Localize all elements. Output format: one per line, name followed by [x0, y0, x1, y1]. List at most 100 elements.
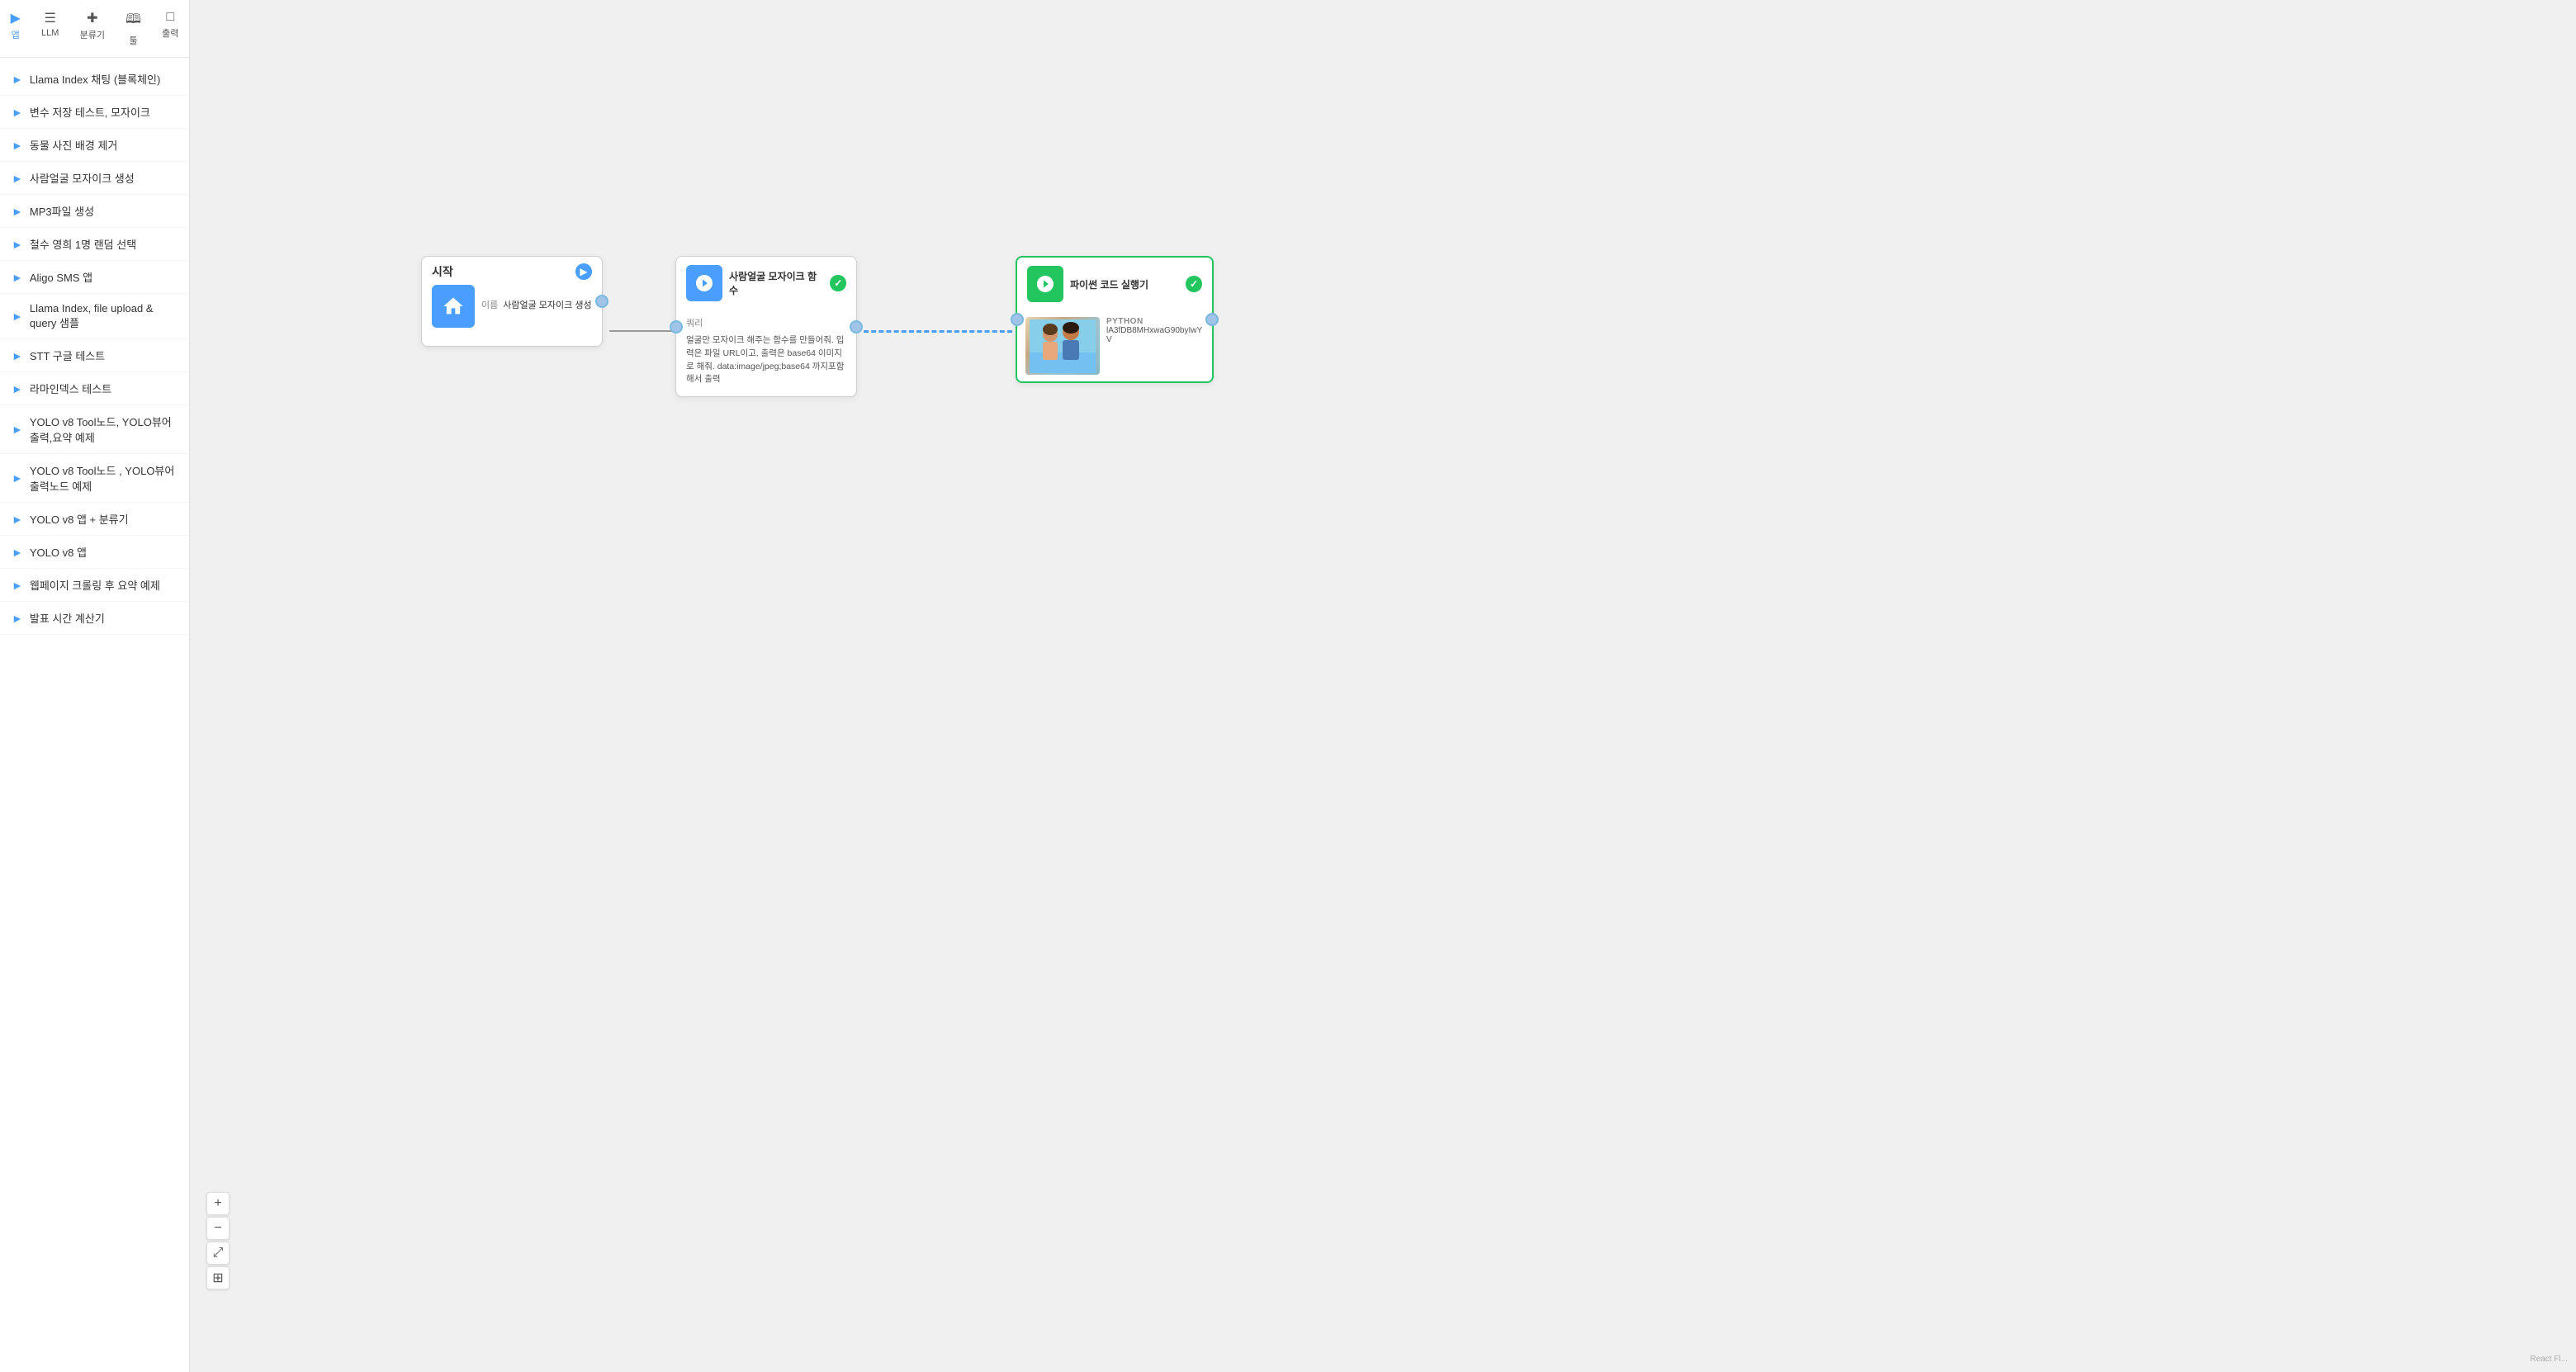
start-play-badge: ▶: [575, 263, 592, 280]
item-arrow-icon: ►: [12, 423, 23, 436]
zoom-out-button[interactable]: −: [206, 1217, 230, 1240]
start-node[interactable]: 시작 ▶ 이름 사람얼굴 모자이크 생성: [421, 256, 603, 347]
item-label: STT 구글 테스트: [30, 348, 105, 363]
item-label: 발표 시간 계산기: [30, 610, 105, 626]
bottom-hint: React Fl...: [2530, 1355, 2568, 1364]
item-label: YOLO v8 앱 + 분류기: [30, 511, 129, 527]
item-arrow-icon: ►: [12, 271, 23, 284]
list-item[interactable]: ► 사람얼굴 모자이크 생성: [0, 162, 189, 195]
item-label: 웹페이지 크롤링 후 요약 예제: [30, 577, 160, 593]
nav-label-app: 앱: [12, 28, 20, 41]
mosaic-func-title: 사람얼굴 모자이크 함수: [729, 269, 823, 297]
main-canvas[interactable]: 시작 ▶ 이름 사람얼굴 모자이크 생성: [190, 0, 2576, 1372]
zoom-controls: + − ⤢ ⊞: [206, 1192, 230, 1289]
flow-canvas: 시작 ▶ 이름 사람얼굴 모자이크 생성: [190, 0, 2576, 1372]
list-item[interactable]: ► 동물 사진 배경 제거: [0, 129, 189, 162]
field-label-name: 이름: [481, 298, 498, 311]
python-node-content: PYTHON lA3fDB8MHxwaG90byIwYV: [1017, 310, 1212, 381]
list-item[interactable]: ► 웹페이지 크롤링 후 요약 예제: [0, 569, 189, 602]
mosaic-func-query-field: 쿼리: [686, 316, 846, 329]
item-arrow-icon: ►: [12, 382, 23, 395]
item-label: YOLO v8 Tool노드 , YOLO뷰어 출력노드 예제: [30, 462, 178, 494]
python-port-right: [1205, 313, 1219, 326]
item-label: Llama Index 채팅 (블록체인): [30, 71, 160, 87]
arrow-line-1: [609, 330, 675, 332]
item-arrow-icon: ►: [12, 349, 23, 362]
python-code-preview: lA3fDB8MHxwaG90byIwYV: [1106, 326, 1204, 344]
python-port-left: [1011, 313, 1024, 326]
nav-item-llm[interactable]: ☰ LLM: [35, 7, 65, 50]
item-arrow-icon: ►: [12, 546, 23, 559]
python-node-header: 파이썬 코드 실행기 ✓: [1017, 258, 1212, 310]
python-info: PYTHON lA3fDB8MHxwaG90byIwYV: [1106, 317, 1204, 344]
connector-1: [609, 330, 675, 332]
connector-2: [864, 330, 1012, 333]
nav-item-app[interactable]: ▶ 앱: [4, 7, 27, 50]
item-arrow-icon: ►: [12, 310, 23, 323]
nav-item-classifier[interactable]: ✚ 분류기: [73, 7, 111, 50]
item-label: MP3파일 생성: [30, 203, 94, 219]
item-arrow-icon: ►: [12, 612, 23, 625]
python-node[interactable]: 파이썬 코드 실행기 ✓: [1016, 256, 1214, 383]
python-node-title: 파이썬 코드 실행기: [1070, 277, 1148, 291]
python-node-thumbnail: [1025, 317, 1100, 375]
start-field-name: 이름 사람얼굴 모자이크 생성: [481, 298, 592, 311]
item-arrow-icon: ►: [12, 513, 23, 526]
item-arrow-icon: ►: [12, 238, 23, 251]
list-item[interactable]: ► MP3파일 생성: [0, 195, 189, 228]
item-arrow-icon: ►: [12, 471, 23, 485]
start-node-title: 시작: [432, 263, 453, 280]
mosaic-func-header: 사람얼굴 모자이크 함수 ✓: [676, 257, 856, 310]
start-node-header: 시작 ▶: [422, 257, 602, 285]
item-arrow-icon: ►: [12, 73, 23, 86]
field-value-name: 사람얼굴 모자이크 생성: [503, 298, 591, 311]
list-item[interactable]: ► 변수 저장 테스트, 모자이크: [0, 96, 189, 129]
item-label: 라마인덱스 테스트: [30, 381, 111, 396]
dashed-arrow-line: [864, 330, 1012, 333]
query-label: 쿼리: [686, 316, 703, 329]
item-label: 철수 영희 1명 랜덤 선택: [30, 236, 136, 252]
item-label: Llama Index, file upload & query 샘플: [30, 302, 178, 330]
nav-label-llm: LLM: [41, 28, 59, 38]
app-icon: ▶: [11, 10, 21, 26]
list-item[interactable]: ► Llama Index, file upload & query 샘플: [0, 294, 189, 339]
list-item[interactable]: ► 라마인덱스 테스트: [0, 372, 189, 405]
nav-label-classifier: 분류기: [80, 28, 105, 41]
nav-item-tools[interactable]: 🕮 툴: [119, 7, 148, 50]
list-item[interactable]: ► YOLO v8 앱 + 분류기: [0, 503, 189, 536]
classifier-icon: ✚: [87, 10, 97, 26]
item-label: 사람얼굴 모자이크 생성: [30, 170, 135, 186]
item-label: YOLO v8 앱: [30, 544, 87, 560]
list-item[interactable]: ► YOLO v8 앱: [0, 536, 189, 569]
list-item[interactable]: ► YOLO v8 Tool노드, YOLO뷰어 출력,요약 예제: [0, 405, 189, 454]
item-arrow-icon: ►: [12, 579, 23, 592]
list-item[interactable]: ► Llama Index 채팅 (블록체인): [0, 63, 189, 96]
nav-item-output[interactable]: □ 출력: [155, 7, 185, 50]
zoom-in-button[interactable]: +: [206, 1192, 230, 1215]
zoom-save-button[interactable]: ⊞: [206, 1266, 230, 1289]
item-label: 동물 사진 배경 제거: [30, 137, 118, 153]
list-item[interactable]: ► 발표 시간 계산기: [0, 602, 189, 635]
list-item[interactable]: ► Aligo SMS 앱: [0, 261, 189, 294]
output-icon: □: [166, 10, 174, 25]
nav-label-output: 출력: [162, 26, 178, 40]
mosaic-func-badge: ✓: [830, 275, 846, 291]
item-arrow-icon: ►: [12, 205, 23, 218]
list-item[interactable]: ► 철수 영희 1명 랜덤 선택: [0, 228, 189, 261]
item-label: 변수 저장 테스트, 모자이크: [30, 104, 150, 120]
sidebar-top-nav: ▶ 앱 ☰ LLM ✚ 분류기 🕮 툴 □ 출력: [0, 0, 189, 58]
tools-icon: 🕮: [125, 10, 141, 32]
item-arrow-icon: ►: [12, 106, 23, 119]
item-label: YOLO v8 Tool노드, YOLO뷰어 출력,요약 예제: [30, 414, 178, 445]
item-arrow-icon: ►: [12, 172, 23, 185]
image-placeholder: [1025, 317, 1100, 375]
start-node-body: 이름 사람얼굴 모자이크 생성: [481, 298, 592, 315]
mosaic-func-node[interactable]: 사람얼굴 모자이크 함수 ✓ 쿼리 얼굴만 모자이크 해주는 함수를 만들어줘.…: [675, 256, 857, 397]
item-label: Aligo SMS 앱: [30, 269, 92, 285]
zoom-fit-button[interactable]: ⤢: [206, 1242, 230, 1265]
mosaic-port-right: [850, 320, 863, 334]
mosaic-func-icon: [686, 265, 722, 301]
sidebar-list: ► Llama Index 채팅 (블록체인) ► 변수 저장 테스트, 모자이…: [0, 58, 189, 640]
list-item[interactable]: ► STT 구글 테스트: [0, 339, 189, 372]
list-item[interactable]: ► YOLO v8 Tool노드 , YOLO뷰어 출력노드 예제: [0, 454, 189, 503]
